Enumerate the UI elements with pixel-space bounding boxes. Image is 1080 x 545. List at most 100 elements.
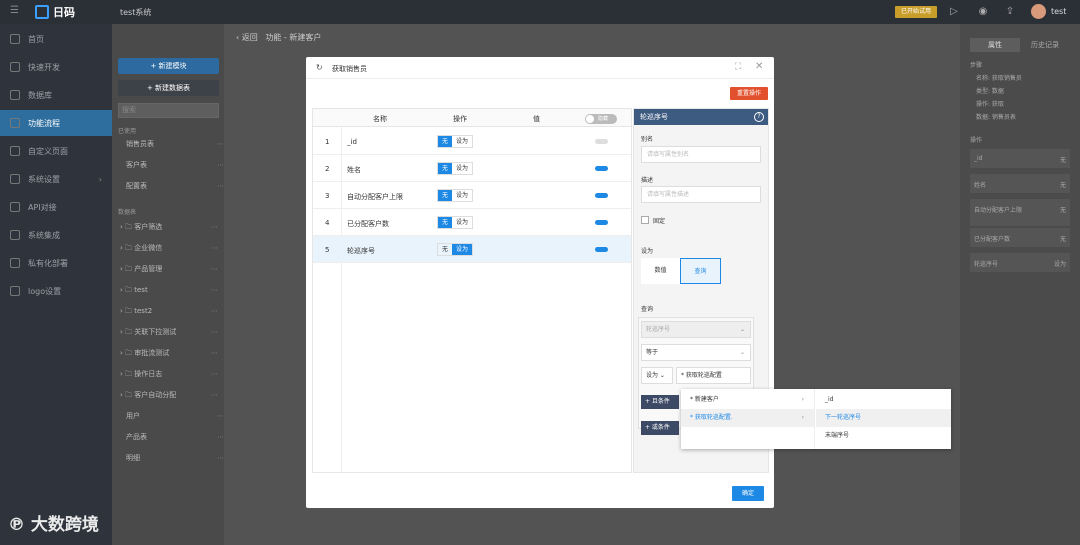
cascader-option[interactable]: 末端序号 bbox=[816, 427, 951, 445]
more-icon[interactable]: ⋯ bbox=[211, 304, 218, 318]
trial-badge[interactable]: 已开始试用 bbox=[895, 6, 937, 18]
more-icon[interactable]: ⋯ bbox=[211, 388, 218, 402]
sidebar-item-flow[interactable]: 功能流程 bbox=[0, 110, 112, 136]
operation-segment[interactable]: 无设为 bbox=[437, 162, 474, 175]
operation-segment[interactable]: 无设为 bbox=[437, 243, 474, 256]
chevron-down-icon: ⌄ bbox=[739, 326, 745, 333]
table-row: 自动分配客户上限无 bbox=[970, 199, 1070, 227]
help-icon[interactable]: ? bbox=[754, 112, 764, 122]
table-row[interactable]: 4 已分配客户数 无设为 bbox=[313, 209, 631, 236]
avatar[interactable] bbox=[1031, 4, 1046, 19]
menu-icon[interactable]: ☰ bbox=[10, 6, 20, 16]
sidebar-item-private-deploy[interactable]: 私有化部署 bbox=[0, 250, 112, 276]
value-toggle[interactable] bbox=[595, 220, 608, 225]
new-table-button[interactable]: + 新建数据表 bbox=[118, 80, 219, 96]
tab-history[interactable]: 历史记录 bbox=[1020, 38, 1070, 52]
folder-item[interactable]: › 🗀 客户自动分配 ⋯ bbox=[120, 388, 220, 402]
set-type-select[interactable]: 设为 ⌄ bbox=[641, 367, 673, 384]
list-item[interactable]: 用户 ⋯ bbox=[126, 409, 226, 423]
folder-item[interactable]: › 🗀 客户筛选 ⋯ bbox=[120, 220, 220, 234]
operation-segment[interactable]: 无设为 bbox=[437, 135, 474, 148]
sidebar-item-logo-settings[interactable]: logo设置 bbox=[0, 278, 112, 304]
page-title: 功能 - 新建客户 bbox=[265, 33, 322, 42]
search-input[interactable]: 搜索 bbox=[118, 103, 219, 118]
table-row[interactable]: 3 自动分配客户上限 无设为 bbox=[313, 182, 631, 209]
sidebar-item-home[interactable]: 首页 bbox=[0, 26, 112, 52]
cascader-option[interactable]: * 新建客户 › bbox=[681, 391, 814, 409]
table-row[interactable]: 5 轮巡序号 无设为 bbox=[313, 236, 631, 263]
query-operator-select[interactable]: 等于 ⌄ bbox=[641, 344, 751, 361]
confirm-button[interactable]: 确定 bbox=[732, 486, 764, 501]
list-item[interactable]: 客户表 ⋯ bbox=[126, 158, 226, 172]
sidebar-item-settings[interactable]: 系统设置 › bbox=[0, 166, 112, 192]
query-value-field[interactable]: * 获取轮巡配置 bbox=[676, 367, 751, 384]
folder-item[interactable]: › 🗀 关联下拉测试 ⋯ bbox=[120, 325, 220, 339]
desc-input[interactable]: 请填写属性描述 bbox=[641, 186, 761, 203]
sidebar-item-quick-dev[interactable]: 快速开发 bbox=[0, 54, 112, 80]
folder-item[interactable]: › 🗀 操作日志 ⋯ bbox=[120, 367, 220, 381]
tab-properties[interactable]: 属性 bbox=[970, 38, 1020, 52]
cascader-option[interactable]: * 获取轮巡配置. › bbox=[681, 409, 814, 427]
list-item[interactable]: 产品表 ⋯ bbox=[126, 430, 226, 444]
folder-item[interactable]: › 🗀 产品管理 ⋯ bbox=[120, 262, 220, 276]
more-icon[interactable]: ⋯ bbox=[211, 325, 218, 339]
logo[interactable]: 日码 bbox=[35, 4, 75, 20]
more-icon[interactable]: ⋯ bbox=[217, 430, 224, 444]
more-icon[interactable]: ⋯ bbox=[211, 346, 218, 360]
cascader-column-1: * 新建客户 › * 获取轮巡配置. › bbox=[681, 389, 815, 449]
set-option-value[interactable]: 数值 bbox=[641, 258, 680, 284]
sidebar-item-api[interactable]: API对接 bbox=[0, 194, 112, 220]
list-item[interactable]: 配置表 ⋯ bbox=[126, 179, 226, 193]
alias-input[interactable]: 请填写属性别名 bbox=[641, 146, 761, 163]
eye-icon[interactable]: ◉ bbox=[977, 6, 989, 18]
value-toggle[interactable] bbox=[595, 193, 608, 198]
more-icon[interactable]: ⋯ bbox=[211, 262, 218, 276]
chevron-right-icon: › bbox=[801, 396, 804, 403]
list-item[interactable]: 明细 ⋯ bbox=[126, 451, 226, 465]
folder-item[interactable]: › 🗀 企业微信 ⋯ bbox=[120, 241, 220, 255]
value-toggle[interactable] bbox=[595, 166, 608, 171]
chevron-down-icon: ⌄ bbox=[739, 349, 745, 356]
query-label: 查询 bbox=[641, 306, 654, 313]
close-icon[interactable]: ✕ bbox=[755, 61, 763, 72]
folder-item[interactable]: › 🗀 test ⋯ bbox=[120, 283, 220, 297]
more-icon[interactable]: ⋯ bbox=[217, 179, 224, 193]
expand-icon[interactable]: ⛶ bbox=[735, 62, 741, 72]
and-condition-button[interactable]: + 且条件 bbox=[641, 395, 679, 409]
more-icon[interactable]: ⋯ bbox=[217, 137, 224, 151]
more-icon[interactable]: ⋯ bbox=[217, 451, 224, 465]
cascader-option[interactable]: _id bbox=[816, 391, 951, 409]
set-option-query[interactable]: 查询 bbox=[680, 258, 721, 284]
flow-icon bbox=[10, 118, 20, 128]
or-condition-button[interactable]: + 或条件 bbox=[641, 421, 679, 435]
export-icon[interactable]: ⇪ bbox=[1004, 6, 1016, 18]
more-icon[interactable]: ⋯ bbox=[211, 241, 218, 255]
cascader-option[interactable]: 下一轮巡序号 bbox=[816, 409, 951, 427]
table-row[interactable]: 1 _id 无设为 bbox=[313, 128, 631, 155]
back-link[interactable]: ‹ 返回 bbox=[236, 33, 258, 42]
refresh-icon[interactable]: ↻ bbox=[316, 63, 323, 72]
hide-toggle[interactable]: 隐藏 bbox=[585, 114, 617, 124]
more-icon[interactable]: ⋯ bbox=[211, 220, 218, 234]
operation-segment[interactable]: 无设为 bbox=[437, 216, 474, 229]
folder-item[interactable]: › 🗀 审批流测试 ⋯ bbox=[120, 346, 220, 360]
user-name[interactable]: test bbox=[1051, 7, 1066, 16]
folder-item[interactable]: › 🗀 test2 ⋯ bbox=[120, 304, 220, 318]
fixed-checkbox[interactable] bbox=[641, 216, 649, 224]
more-icon[interactable]: ⋯ bbox=[211, 283, 218, 297]
sidebar-item-integration[interactable]: 系统集成 bbox=[0, 222, 112, 248]
more-icon[interactable]: ⋯ bbox=[217, 409, 224, 423]
play-icon[interactable]: ▷ bbox=[948, 6, 960, 18]
more-icon[interactable]: ⋯ bbox=[211, 367, 218, 381]
operation-segment[interactable]: 无设为 bbox=[437, 189, 474, 202]
list-item[interactable]: 销售员表 ⋯ bbox=[126, 137, 226, 151]
reset-button[interactable]: 重置操作 bbox=[730, 87, 768, 100]
table-row[interactable]: 2 姓名 无设为 bbox=[313, 155, 631, 182]
sidebar-item-database[interactable]: 数据库 bbox=[0, 82, 112, 108]
value-toggle[interactable] bbox=[595, 139, 608, 144]
sidebar-item-custom-page[interactable]: 自定义页面 bbox=[0, 138, 112, 164]
new-module-button[interactable]: + 新建模块 bbox=[118, 58, 219, 74]
value-toggle[interactable] bbox=[595, 247, 608, 252]
more-icon[interactable]: ⋯ bbox=[217, 158, 224, 172]
table-row: 已分配客户数无 bbox=[970, 228, 1070, 248]
